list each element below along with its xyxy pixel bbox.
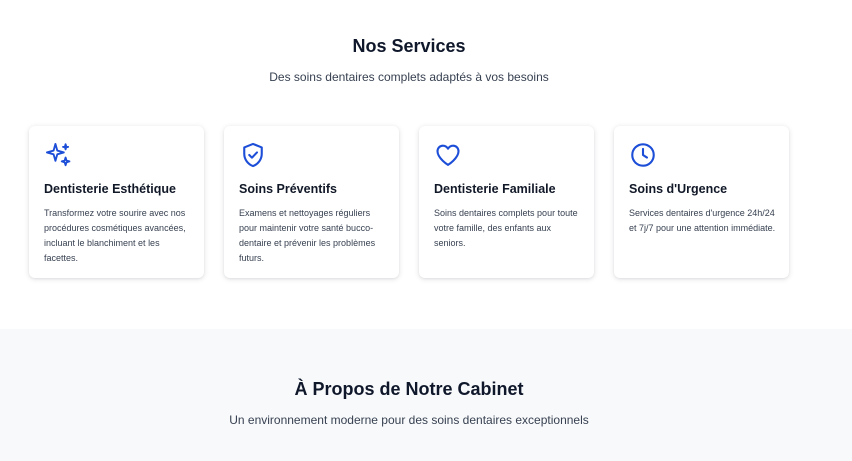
service-card-description: Examens et nettoyages réguliers pour mai… [239,208,376,263]
service-card-description: Transformez votre sourire avec nos procé… [44,208,186,263]
service-card-urgence: Soins d'Urgence Services dentaires d'urg… [614,126,789,278]
services-section: Nos Services Des soins dentaires complet… [0,0,852,329]
service-card-esthetique: Dentisterie Esthétique Transformez votre… [29,126,204,278]
service-card-title: Dentisterie Esthétique [44,182,176,196]
service-card-description: Soins dentaires complets pour toute votr… [434,208,578,248]
clock-icon [629,141,657,169]
service-card-title: Soins Préventifs [239,182,337,196]
service-card-preventifs: Soins Préventifs Examens et nettoyages r… [224,126,399,278]
about-section: À Propos de Notre Cabinet Un environneme… [0,329,852,461]
about-subtitle: Un environnement moderne pour des soins … [229,413,589,427]
service-card-familiale: Dentisterie Familiale Soins dentaires co… [419,126,594,278]
services-subtitle: Des soins dentaires complets adaptés à v… [269,70,549,84]
services-title: Nos Services [352,36,466,56]
service-card-title: Soins d'Urgence [629,182,728,196]
services-card-list: Dentisterie Esthétique Transformez votre… [29,126,789,278]
about-title: À Propos de Notre Cabinet [294,379,524,399]
service-card-title: Dentisterie Familiale [434,182,556,196]
heart-icon [434,141,462,169]
sparkles-icon [44,141,72,169]
shield-check-icon [239,141,267,169]
service-card-description: Services dentaires d'urgence 24h/24 et 7… [629,208,776,233]
